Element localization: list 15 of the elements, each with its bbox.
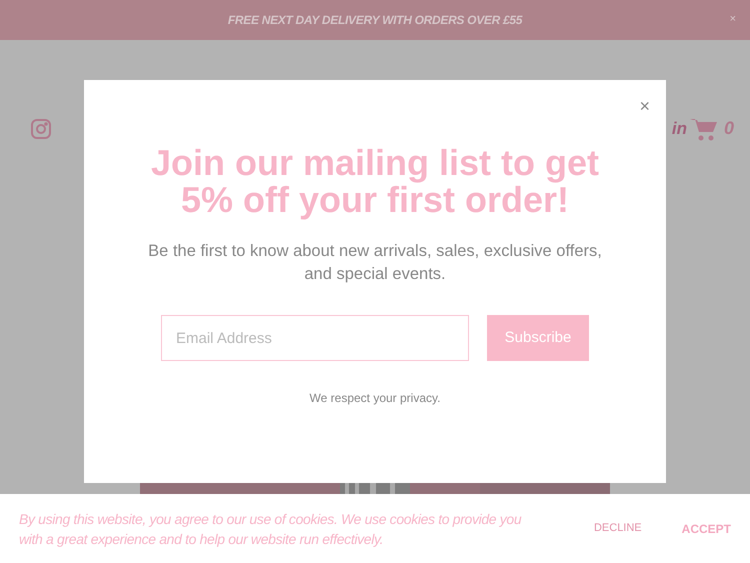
close-button[interactable]: × [730, 11, 736, 28]
instagram-icon[interactable] [31, 118, 51, 138]
privacy-note: We respect your privacy. [310, 390, 440, 407]
accept-button[interactable]: ACCEPT [682, 520, 731, 538]
popup-title: Join our mailing list to get 5% off your first order! [150, 144, 600, 218]
decline-button[interactable]: DECLINE [594, 520, 642, 537]
subscribe-button[interactable]: Subscribe [487, 315, 589, 361]
cart-count: 0 [724, 117, 734, 140]
email-field[interactable]: Email Address [161, 315, 469, 361]
login-link[interactable]: in [672, 116, 688, 142]
announcement-text: FREE NEXT DAY DELIVERY WITH ORDERS OVER £55 [228, 12, 522, 29]
close-button[interactable]: × [639, 93, 650, 120]
cookie-text: By using this website, you agree to our use of cookies. We use cookies to provide you with a great experience and to help our website run effectively. [19, 510, 522, 548]
cart-icon[interactable] [690, 116, 718, 140]
popup-subtitle: Be the first to know about new arrivals, sales, exclusive offers, and special events. [147, 241, 603, 285]
